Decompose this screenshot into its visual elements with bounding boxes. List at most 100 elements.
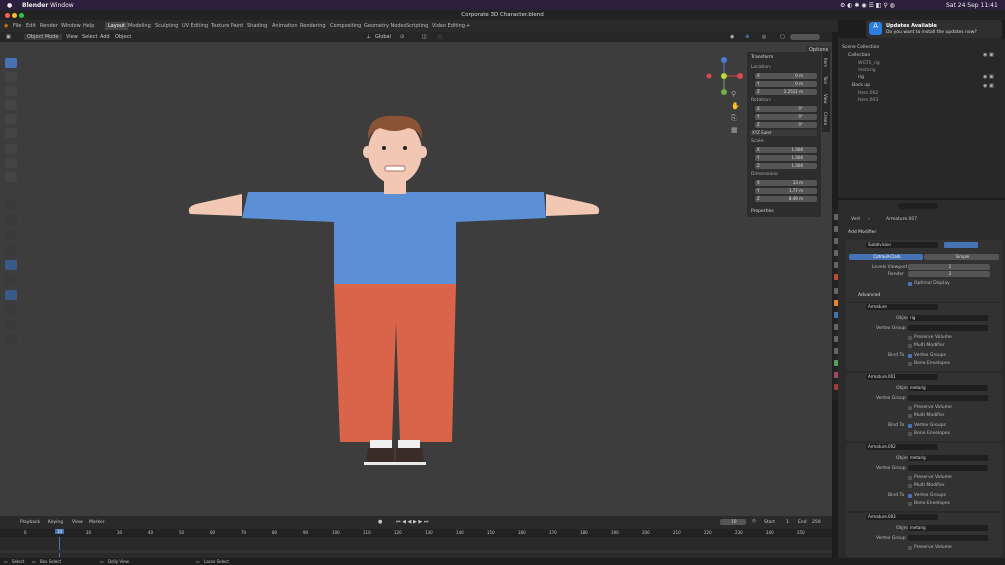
menu-help[interactable]: Help — [83, 23, 94, 29]
workspace-tab-modeling[interactable]: Modeling — [128, 23, 151, 29]
start-frame-field[interactable]: 1 — [786, 520, 789, 525]
properties-header[interactable]: Properties — [751, 209, 774, 214]
app-menu-window[interactable]: Window — [50, 2, 74, 9]
workspace-tab-scripting[interactable]: Scripting — [406, 23, 428, 29]
scale-z-field[interactable]: Z 1.000 — [755, 163, 817, 169]
viewport-menu-object[interactable]: Object — [115, 34, 131, 40]
menu-file[interactable]: File — [13, 23, 21, 29]
workspace-tab-animation[interactable]: Animation — [272, 23, 298, 29]
addon-tool-icon[interactable] — [5, 260, 17, 270]
sidebar-tab-create[interactable]: Create — [823, 112, 828, 125]
end-frame-field[interactable]: 250 — [812, 520, 821, 525]
scale-x-field[interactable]: X 1.000 — [755, 147, 817, 153]
armature-object-field[interactable]: metarig — [908, 525, 988, 531]
visibility-eye-icon[interactable]: ◉ ▣ — [983, 74, 994, 80]
vertex-groups-checkbox[interactable] — [908, 354, 912, 358]
optimal-display-checkbox[interactable] — [908, 282, 912, 286]
timeline-menu-marker[interactable]: Marker — [89, 520, 105, 525]
addon-tool-icon[interactable] — [5, 245, 17, 255]
advanced-subpanel[interactable]: Advanced — [858, 293, 880, 298]
workspace-tab-sculpting[interactable]: Sculpting — [155, 23, 178, 29]
addon-tool-icon[interactable] — [5, 290, 17, 300]
timeline-menu-keying[interactable]: Keying — [48, 520, 63, 525]
navigation-gizmo[interactable] — [704, 56, 744, 96]
outliner-item[interactable]: WGTS_rig — [858, 61, 880, 66]
location-z-field[interactable]: Z 2.2511 m — [755, 89, 817, 95]
preserve-volume-checkbox[interactable] — [908, 546, 912, 550]
addon-tool-icon[interactable] — [5, 335, 17, 345]
catmull-clark-toggle[interactable]: Catmull-Clark — [849, 254, 923, 260]
zoom-window-button[interactable] — [19, 13, 24, 18]
update-notification[interactable]: A Updates Available Do you want to insta… — [866, 20, 1002, 38]
close-window-button[interactable] — [5, 13, 10, 18]
armature-name-field[interactable]: Armature.003 — [866, 514, 938, 520]
menu-render[interactable]: Render — [40, 23, 58, 29]
menu-edit[interactable]: Edit — [26, 23, 36, 29]
multi-modifier-checkbox[interactable] — [908, 414, 912, 418]
ortho-grid-icon[interactable]: ▦ — [731, 126, 738, 134]
camera-icon[interactable]: ⎘ — [731, 114, 737, 123]
scale-y-field[interactable]: Y 1.000 — [755, 155, 817, 161]
timeline-menu-playback[interactable]: Playback — [20, 520, 40, 525]
vertex-groups-checkbox[interactable] — [908, 424, 912, 428]
snap-icon[interactable]: ◫ — [422, 34, 427, 40]
xray-icon[interactable]: ▢ — [780, 34, 785, 40]
bone-envelopes-checkbox[interactable] — [908, 502, 912, 506]
multi-modifier-checkbox[interactable] — [908, 344, 912, 348]
armature-name-field[interactable]: Armature.002 — [866, 444, 938, 450]
select-tool-icon[interactable] — [5, 58, 17, 68]
dimensions-z-field[interactable]: Z 8.49 m — [755, 196, 817, 202]
shading-modes[interactable] — [790, 34, 820, 40]
outliner-item[interactable]: rig — [858, 75, 864, 80]
vertex-group-field[interactable] — [908, 395, 988, 401]
sidebar-tab-view[interactable]: View — [823, 94, 828, 104]
workspace-tab-rendering[interactable]: Rendering — [300, 23, 326, 29]
visibility-eye-icon[interactable]: ◉ ▣ — [983, 52, 994, 58]
minimize-window-button[interactable] — [12, 13, 17, 18]
add-modifier-button[interactable]: Add Modifier — [848, 230, 876, 235]
preserve-volume-checkbox[interactable] — [908, 406, 912, 410]
zoom-icon[interactable]: ⚲ — [731, 90, 736, 98]
gizmo-icon[interactable]: ⊕ — [745, 34, 749, 40]
vertex-group-field[interactable] — [908, 535, 988, 541]
rotation-mode-dropdown[interactable]: XYZ Euler — [750, 130, 817, 136]
playhead-line[interactable] — [59, 537, 60, 557]
scale-tool-icon[interactable] — [5, 114, 17, 124]
move-tool-icon[interactable] — [5, 86, 17, 96]
armature-object-field[interactable]: metarig — [908, 455, 988, 461]
location-y-field[interactable]: Y0 m — [755, 81, 817, 87]
simple-toggle[interactable]: Simple — [924, 254, 999, 260]
rotation-y-field[interactable]: Y 0° — [755, 114, 817, 120]
modifier-toggles[interactable] — [944, 242, 978, 248]
viewport-menu-view[interactable]: View — [66, 34, 78, 40]
add-workspace-icon[interactable]: + — [466, 23, 470, 29]
overlay-icon[interactable]: ◎ — [762, 34, 766, 40]
vertex-group-field[interactable] — [908, 325, 988, 331]
rotation-x-field[interactable]: X 0° — [755, 106, 817, 112]
transform-tool-icon[interactable] — [5, 128, 17, 138]
blender-logo-icon[interactable]: ◉ — [4, 23, 8, 29]
addon-tool-icon[interactable] — [5, 320, 17, 330]
playback-controls[interactable]: ⏮ ◀ ◀ ▶ ▶ ⏭ — [396, 519, 428, 525]
addon-tool-icon[interactable] — [5, 305, 17, 315]
addon-tool-icon[interactable] — [5, 230, 17, 240]
current-frame-field[interactable]: 10 — [720, 519, 746, 525]
viewport-menu-add[interactable]: Add — [100, 34, 110, 40]
properties-search-input[interactable] — [898, 203, 938, 209]
dimensions-x-field[interactable]: X 33 m — [755, 180, 817, 186]
dimensions-y-field[interactable]: Y 1.77 m — [755, 188, 817, 194]
outliner-item-collection[interactable]: Collection — [848, 53, 870, 58]
vertex-groups-checkbox[interactable] — [908, 494, 912, 498]
transform-orientation-dropdown[interactable]: Global — [375, 34, 391, 40]
outliner-item[interactable]: Item.003 — [858, 98, 878, 103]
workspace-tab-geometry-nodes[interactable]: Geometry Nodes — [364, 23, 406, 29]
workspace-tab-compositing[interactable]: Compositing — [330, 23, 361, 29]
cursor-tool-icon[interactable] — [5, 72, 17, 82]
apple-icon[interactable]: ● — [7, 2, 12, 9]
preserve-volume-checkbox[interactable] — [908, 476, 912, 480]
armature-name-field[interactable]: Armature — [866, 304, 938, 310]
proportional-edit-icon[interactable]: ◌ — [438, 34, 442, 40]
sidebar-tab-item[interactable]: Item — [823, 58, 828, 67]
app-menu-blender[interactable]: Blender — [22, 2, 48, 9]
scene-collection-label[interactable]: Scene Collection — [842, 45, 879, 50]
